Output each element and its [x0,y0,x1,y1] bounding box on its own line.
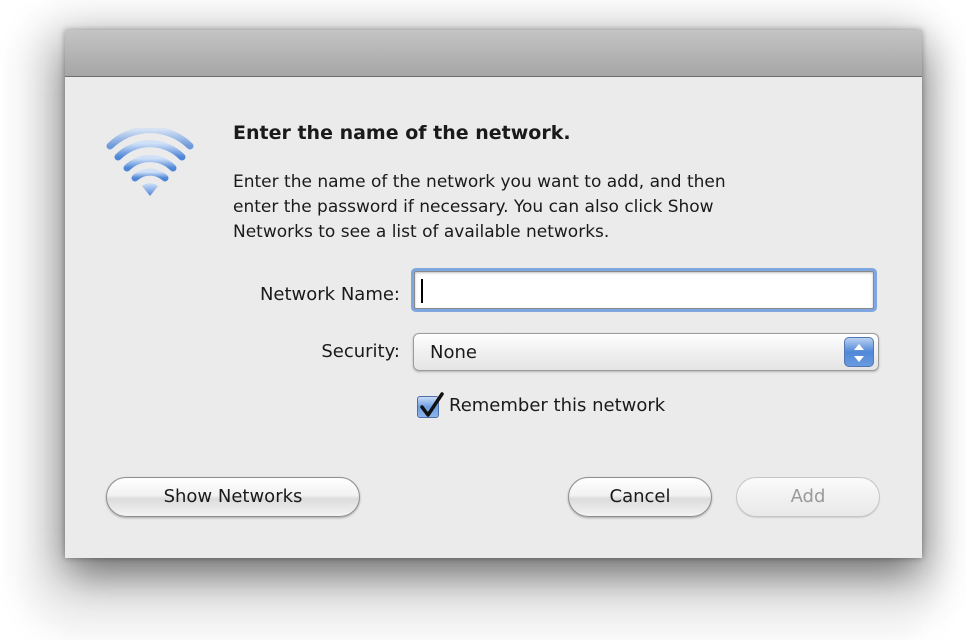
network-name-input[interactable] [414,271,874,309]
remember-network-checkbox[interactable] [417,392,444,418]
description-line: Networks to see a list of available netw… [233,222,610,242]
text-caret [421,279,423,303]
screen: Enter the name of the network. Enter the… [0,0,966,640]
add-network-dialog: Enter the name of the network. Enter the… [65,30,922,558]
dialog-description: Enter the name of the network you want t… [233,170,873,245]
network-name-label: Network Name: [259,284,400,305]
description-line: Enter the name of the network you want t… [233,172,726,192]
remember-network-label[interactable]: Remember this network [449,395,665,416]
wifi-icon [106,128,194,196]
updown-arrows-icon [844,337,874,367]
security-label: Security: [321,341,400,362]
security-select[interactable]: None [413,333,879,371]
add-button[interactable]: Add [736,477,880,517]
security-selected-value: None [430,342,477,363]
checkmark-icon [420,392,444,417]
show-networks-button[interactable]: Show Networks [106,477,360,517]
cancel-button[interactable]: Cancel [568,477,712,517]
dialog-heading: Enter the name of the network. [233,122,571,144]
dialog-titlebar [65,30,922,77]
description-line: enter the password if necessary. You can… [233,197,714,217]
